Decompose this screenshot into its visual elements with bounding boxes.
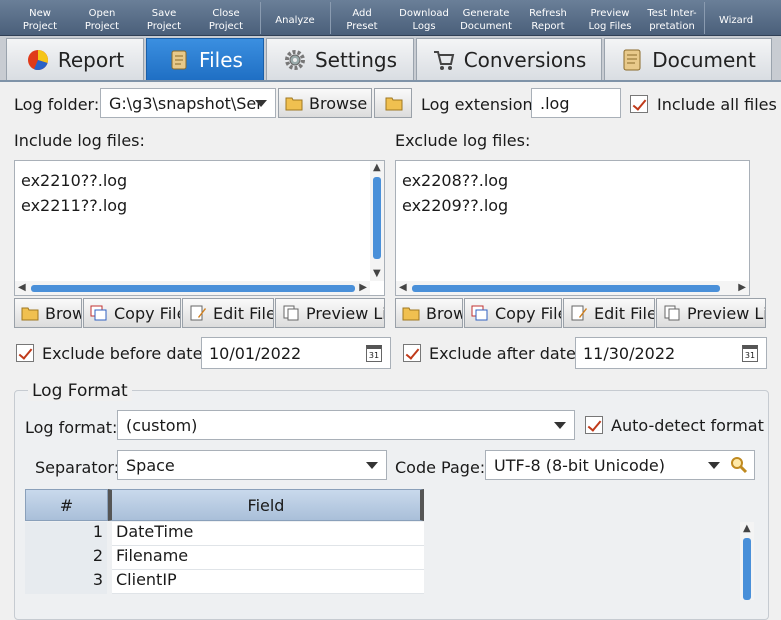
exclude-after-date-input[interactable]: 11/30/2022 31 [575, 337, 767, 369]
analyze-button[interactable]: Analyze [266, 0, 324, 36]
toolbar: New Project Open Project Save Project Close… [0, 0, 781, 36]
table-row[interactable]: DateTime [112, 522, 424, 546]
open-folder-button[interactable] [374, 88, 412, 118]
row-number: 1 [25, 522, 107, 546]
exclude-after-date-checkbox[interactable] [403, 344, 421, 362]
wizard-button[interactable]: Wizard [708, 0, 764, 36]
chevron-down-icon [366, 462, 378, 469]
pie-chart-icon [26, 48, 50, 72]
include-log-files-label: Include log files: [14, 131, 145, 150]
auto-detect-format-label: Auto-detect format [611, 416, 764, 435]
column-header-field[interactable]: Field [108, 489, 424, 521]
row-number: 2 [25, 546, 107, 570]
browse-button[interactable]: Browse [278, 88, 372, 118]
table-row[interactable]: ClientIP [112, 570, 424, 594]
folder-icon [402, 305, 420, 321]
log-extension-label: Log extension: [421, 95, 539, 114]
refresh-report-button[interactable]: Refresh Report [520, 0, 576, 36]
chevron-down-icon [255, 100, 267, 107]
document-icon [620, 48, 644, 72]
toolbar-separator [330, 2, 331, 34]
save-project-button[interactable]: Save Project [136, 0, 192, 36]
table-row[interactable]: Filename [112, 546, 424, 570]
folder-icon [21, 305, 39, 321]
list-item[interactable]: ex2208??.log [402, 171, 508, 190]
toolbar-separator [260, 2, 261, 34]
folder-icon [285, 95, 303, 111]
exclude-log-files-label: Exclude log files: [395, 131, 531, 150]
exclude-before-date-label: Exclude before date: [42, 344, 208, 363]
edit-files-include-button[interactable]: Edit Files [182, 298, 274, 328]
calendar-icon[interactable]: 31 [366, 345, 382, 362]
tab-bar: Report Files Settings Conversions Docume… [0, 36, 781, 82]
tab-conversions[interactable]: Conversions [416, 38, 602, 80]
log-extension-input[interactable]: .log [531, 88, 621, 118]
exclude-before-date-checkbox[interactable] [16, 344, 34, 362]
include-log-files-list[interactable]: ex2210??.log ex2211??.log ▲ ▼ ◀ ▶ [14, 160, 385, 296]
generate-document-button[interactable]: Generate Document [456, 0, 516, 36]
preview-list-exclude-button[interactable]: Preview List [656, 298, 766, 328]
test-interpretation-button[interactable]: Test Inter-pretation [642, 0, 702, 36]
separator-combo[interactable]: Space [117, 450, 387, 480]
new-project-button[interactable]: New Project [12, 0, 68, 36]
code-page-label: Code Page: [395, 458, 486, 477]
chevron-down-icon [708, 462, 720, 469]
exclude-log-files-list[interactable]: ex2208??.log ex2209??.log ◀ ▶ [395, 160, 750, 296]
include-all-files-checkbox[interactable] [630, 95, 648, 113]
tab-settings[interactable]: Settings [266, 38, 414, 80]
log-format-label: Log format: [25, 418, 118, 437]
log-format-combo[interactable]: (custom) [117, 410, 575, 440]
grid-vertical-scrollbar[interactable]: ▲ [740, 522, 754, 600]
log-format-group-title: Log Format [28, 381, 132, 401]
copy-files-include-button[interactable]: Copy Files [83, 298, 181, 328]
preview-icon [282, 305, 300, 321]
browse-exclude-button[interactable]: Brow [395, 298, 463, 328]
tab-report[interactable]: Report [6, 38, 144, 80]
horizontal-scrollbar[interactable]: ◀ ▶ [396, 281, 749, 295]
code-page-combo[interactable]: UTF-8 (8-bit Unicode) [485, 450, 755, 480]
edit-icon [189, 305, 207, 321]
gear-icon [283, 48, 307, 72]
preview-icon [663, 305, 681, 321]
vertical-scrollbar[interactable]: ▲ ▼ [370, 161, 384, 281]
search-icon[interactable] [730, 456, 748, 474]
browse-include-button[interactable]: Brow [14, 298, 82, 328]
edit-files-exclude-button[interactable]: Edit Files [563, 298, 655, 328]
chevron-down-icon [554, 422, 566, 429]
download-logs-button[interactable]: Download Logs [394, 0, 454, 36]
include-all-files-label: Include all files [657, 95, 777, 114]
log-folder-combo[interactable]: G:\g3\snapshot\Ser [100, 88, 276, 118]
cart-icon [432, 48, 456, 72]
copy-files-exclude-button[interactable]: Copy Files [464, 298, 562, 328]
scroll-icon [167, 48, 191, 72]
list-item[interactable]: ex2210??.log [21, 171, 127, 190]
tab-files[interactable]: Files [146, 38, 264, 80]
toolbar-separator [704, 2, 705, 34]
calendar-icon[interactable]: 31 [742, 345, 758, 362]
folder-icon [385, 95, 403, 111]
auto-detect-format-checkbox[interactable] [585, 416, 603, 434]
preview-list-include-button[interactable]: Preview List [275, 298, 385, 328]
exclude-after-date-label: Exclude after date: [429, 344, 582, 363]
log-folder-label: Log folder: [14, 95, 100, 114]
edit-icon [570, 305, 588, 321]
tab-document[interactable]: Document [604, 38, 772, 80]
add-preset-button[interactable]: Add Preset [334, 0, 390, 36]
list-item[interactable]: ex2211??.log [21, 196, 127, 215]
exclude-before-date-input[interactable]: 10/01/2022 31 [201, 337, 391, 369]
column-header-number[interactable]: # [25, 489, 108, 521]
open-project-button[interactable]: Open Project [74, 0, 130, 36]
list-item[interactable]: ex2209??.log [402, 196, 508, 215]
preview-log-files-button[interactable]: Preview Log Files [582, 0, 638, 36]
separator-label: Separator: [35, 458, 120, 477]
row-number: 3 [25, 570, 107, 594]
copy-icon [471, 305, 489, 321]
horizontal-scrollbar[interactable]: ◀ ▶ [15, 281, 370, 295]
close-project-button[interactable]: Close Project [198, 0, 254, 36]
copy-icon [90, 305, 108, 321]
